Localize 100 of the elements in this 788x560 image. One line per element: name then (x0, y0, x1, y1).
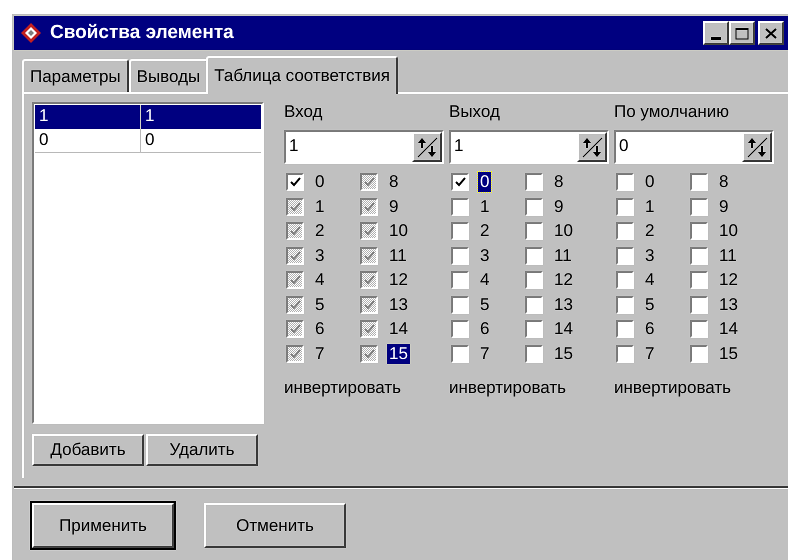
bit-label: 15 (553, 344, 574, 364)
checkbox[interactable] (451, 198, 469, 216)
bit-label: 5 (644, 294, 656, 315)
checkbox[interactable] (525, 246, 543, 265)
checkbox[interactable] (451, 296, 469, 314)
list-button[interactable]: Добавить (32, 434, 144, 466)
bit-label: 11 (553, 246, 573, 266)
list-cell: 0 (35, 129, 141, 152)
bit-label: 15 (387, 344, 410, 364)
invert-label: инвертировать (614, 378, 732, 398)
bit-label: 5 (314, 294, 326, 315)
list-row[interactable]: 0 0 (35, 129, 261, 153)
bit-label: 10 (553, 221, 574, 242)
check-icon (290, 275, 300, 286)
checkbox[interactable] (690, 173, 708, 192)
tab[interactable]: Таблица соответствия (206, 56, 398, 94)
checkbox[interactable] (616, 320, 634, 338)
bit-label: 3 (314, 246, 326, 266)
checkbox[interactable] (451, 320, 469, 338)
bit-label: 7 (314, 344, 326, 364)
bit-label: 4 (314, 270, 326, 290)
spin-button[interactable] (577, 132, 607, 162)
dialog-button[interactable]: Применить (32, 503, 174, 548)
checkbox[interactable] (616, 173, 634, 192)
check-icon (290, 226, 300, 236)
checkbox[interactable] (690, 222, 708, 240)
checkbox[interactable] (451, 173, 469, 192)
list-row[interactable]: 1 1 (35, 105, 261, 129)
checkbox[interactable] (616, 222, 634, 240)
checkbox[interactable] (616, 198, 634, 216)
checkbox[interactable] (525, 344, 543, 363)
close-button[interactable] (758, 21, 784, 45)
bit-label: 9 (388, 196, 400, 217)
checkbox[interactable] (451, 271, 469, 290)
checkbox[interactable] (690, 344, 708, 363)
check-icon (364, 324, 374, 334)
up-down-arrows-icon (746, 136, 768, 158)
bit-label: 0 (478, 172, 492, 192)
checkbox[interactable] (525, 222, 543, 240)
bit-label: 11 (388, 246, 408, 266)
spin-field[interactable]: 1 (284, 130, 444, 164)
bit-label: 7 (644, 344, 656, 364)
invert-label: инвертировать (284, 378, 402, 398)
checkbox[interactable] (690, 320, 708, 338)
check-icon (290, 250, 300, 261)
check-icon (290, 300, 300, 310)
tab[interactable]: Выводы (128, 59, 208, 92)
checkbox[interactable] (616, 296, 634, 314)
minimize-icon (711, 37, 721, 40)
bit-label: 11 (718, 246, 738, 266)
list-cell-text: 0 (144, 129, 156, 151)
checkbox[interactable] (690, 246, 708, 265)
checkbox[interactable] (616, 271, 634, 290)
checkbox[interactable] (286, 173, 304, 192)
bit-label: 10 (388, 221, 409, 242)
dialog-button[interactable]: Отменить (204, 503, 346, 548)
checkbox[interactable] (616, 344, 634, 363)
checkbox[interactable] (616, 246, 634, 265)
spin-button[interactable] (742, 132, 772, 162)
checkbox[interactable] (451, 222, 469, 240)
bit-label: 6 (314, 319, 326, 340)
bit-label: 9 (553, 196, 564, 217)
check-icon (290, 324, 300, 334)
up-down-arrows-icon (416, 136, 438, 158)
checkbox[interactable] (525, 320, 543, 338)
spin-field[interactable]: 1 (449, 130, 609, 164)
tab[interactable]: Параметры (22, 59, 129, 92)
bit-label: 3 (479, 246, 490, 266)
checkbox[interactable] (690, 271, 708, 290)
bit-label: 12 (388, 270, 409, 290)
bit-label: 7 (479, 344, 490, 364)
checkbox[interactable] (525, 271, 543, 290)
checkbox[interactable] (690, 296, 708, 314)
minimize-button[interactable] (703, 21, 729, 45)
bit-label: 2 (479, 221, 490, 242)
checkbox[interactable] (525, 173, 543, 192)
bit-label: 14 (718, 319, 739, 340)
check-icon (364, 202, 374, 212)
bit-label: 0 (314, 172, 326, 192)
bit-label: 6 (479, 319, 490, 340)
checkbox[interactable] (690, 198, 708, 216)
maximize-icon (735, 26, 749, 40)
group-label: Вход (284, 102, 324, 122)
maximize-button[interactable] (729, 21, 755, 45)
bit-label: 2 (314, 221, 326, 242)
bit-label: 13 (718, 294, 739, 315)
up-down-arrows-icon (581, 136, 603, 158)
check-icon (290, 202, 300, 212)
bit-label: 14 (388, 319, 409, 340)
spin-button[interactable] (412, 132, 442, 162)
checkbox[interactable] (525, 296, 543, 314)
list-cell-text: 1 (144, 105, 156, 127)
checkbox[interactable] (451, 246, 469, 265)
list-button[interactable]: Удалить (146, 434, 258, 466)
spin-field[interactable]: 0 (614, 130, 774, 164)
check-icon (364, 275, 374, 286)
checkbox[interactable] (451, 344, 469, 363)
bit-label: 10 (718, 221, 739, 242)
checkbox[interactable] (525, 198, 543, 216)
bit-label: 1 (479, 196, 490, 217)
